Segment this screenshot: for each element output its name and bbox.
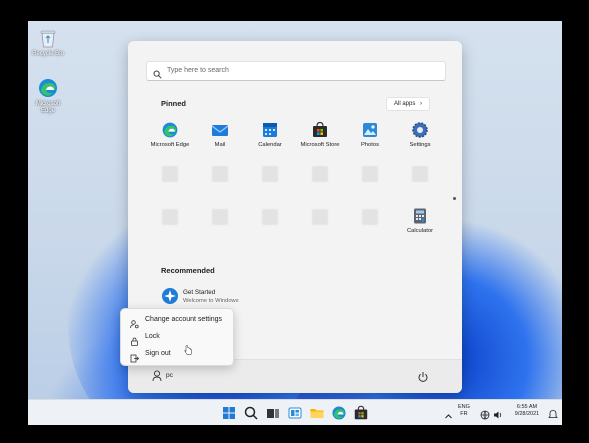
chevron-up-icon[interactable] [444, 408, 453, 419]
clock[interactable]: 6:55 AM 9/28/2021 [509, 404, 545, 418]
get-started-icon [161, 287, 179, 310]
all-apps-button[interactable]: All apps › [386, 97, 430, 111]
pinned-placeholder [212, 209, 228, 225]
app-label: Microsoft Edge [150, 142, 190, 148]
pinned-app-mail[interactable]: Mail [196, 121, 244, 148]
pinned-placeholder [312, 209, 328, 225]
search-icon[interactable] [243, 405, 259, 421]
menu-item-label: Lock [145, 333, 160, 340]
pinned-app-store[interactable]: Microsoft Store [296, 121, 344, 148]
menu-item-change-account-settings[interactable]: Change account settings [121, 312, 233, 329]
mouse-cursor-icon [184, 343, 193, 361]
pinned-app-edge[interactable]: Microsoft Edge [146, 121, 194, 148]
chevron-right-icon: › [420, 101, 423, 107]
menu-item-label: Change account settings [145, 316, 223, 323]
user-avatar-icon[interactable] [152, 369, 162, 387]
language-line1: ENG [458, 404, 470, 410]
language-indicator[interactable]: ENG FR [458, 404, 470, 418]
network-icon[interactable] [480, 407, 490, 420]
file-explorer-icon[interactable] [309, 405, 325, 421]
app-label: Microsoft Store [300, 142, 340, 148]
widgets-icon[interactable] [287, 405, 303, 421]
pinned-placeholder [312, 166, 328, 182]
recommended-title-text: Get Started [183, 289, 216, 296]
recycle-bin-icon [37, 27, 59, 49]
desktop-icon-edge[interactable]: Microsoft Edge [28, 77, 68, 115]
language-line2: FR [460, 411, 468, 417]
search-icon [153, 66, 162, 84]
edge-icon [37, 77, 59, 99]
pinned-placeholder [362, 166, 378, 182]
power-icon[interactable] [417, 370, 429, 388]
app-label: Photos [360, 142, 380, 148]
app-label: Mail [214, 142, 226, 148]
menu-item-label: Sign out [145, 350, 171, 357]
pinned-placeholder [262, 209, 278, 225]
app-label: Calculator [406, 228, 434, 234]
pinned-placeholder [162, 166, 178, 182]
all-apps-label: All apps [393, 101, 416, 107]
desktop-icon-recycle-bin[interactable]: Recycle Bin [28, 27, 68, 58]
edge-icon[interactable] [331, 405, 347, 421]
pinned-app-calendar[interactable]: Calendar [246, 121, 294, 148]
desktop: Recycle Bin Microsoft Edge Type here to … [28, 21, 562, 425]
calculator-icon [411, 207, 429, 225]
desktop-icon-label: Microsoft Edge [35, 101, 61, 114]
account-context-menu: Change account settings Lock Sign out [120, 308, 234, 366]
settings-icon [411, 121, 429, 139]
photos-icon [361, 121, 379, 139]
pinned-title: Pinned [161, 99, 187, 108]
page-indicator-dot[interactable] [453, 197, 456, 200]
pinned-placeholder [212, 166, 228, 182]
app-label: Settings [409, 142, 431, 148]
pinned-app-calculator[interactable]: Calculator [396, 207, 444, 234]
start-icon[interactable] [221, 405, 237, 421]
pinned-app-settings[interactable]: Settings [396, 121, 444, 148]
menu-item-sign-out[interactable]: Sign out [121, 346, 233, 363]
pinned-placeholder [362, 209, 378, 225]
volume-icon[interactable] [493, 407, 503, 419]
clock-date: 9/28/2021 [514, 411, 540, 417]
pinned-placeholder [412, 166, 428, 182]
calendar-icon [261, 121, 279, 139]
recommended-title: Recommended [161, 266, 215, 275]
clock-time: 6:55 AM [516, 404, 538, 410]
task-view-icon[interactable] [265, 405, 281, 421]
notification-icon[interactable] [548, 407, 558, 418]
app-label: Calendar [258, 142, 282, 148]
desktop-icon-label: Recycle Bin [32, 51, 64, 57]
pinned-app-photos[interactable]: Photos [346, 121, 394, 148]
sign-out-icon [130, 350, 140, 368]
pinned-placeholder [262, 166, 278, 182]
edge-icon [161, 121, 179, 139]
recommended-subtitle: Welcome to Windows [183, 298, 239, 304]
user-name[interactable]: pc [166, 372, 173, 379]
store-icon [311, 121, 329, 139]
mail-icon [211, 121, 229, 139]
pinned-placeholder [162, 209, 178, 225]
search-placeholder: Type here to search [167, 67, 229, 74]
search-input[interactable]: Type here to search [146, 61, 446, 81]
menu-item-lock[interactable]: Lock [121, 329, 233, 346]
taskbar: ENG FR 6:55 AM 9/28/2021 [28, 399, 562, 425]
store-icon[interactable] [353, 405, 369, 421]
